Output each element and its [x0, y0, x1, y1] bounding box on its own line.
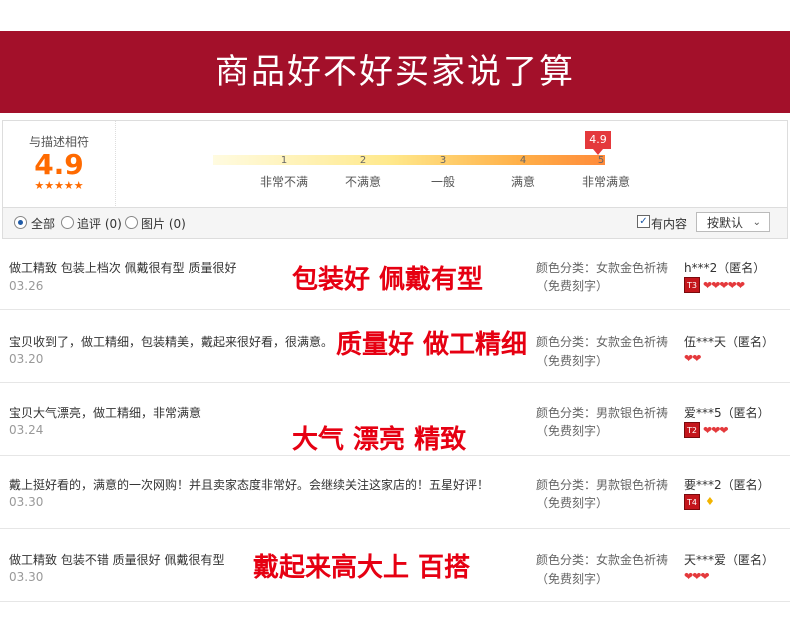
review-sku: 颜色分类：女款金色祈祷	[536, 261, 669, 275]
rating-summary: 与描述相符 4.9 ★★★★★ 4.9 1 2 3 4 5 非常不满 不满意 一…	[2, 120, 788, 208]
has-content-label[interactable]: 有内容	[651, 215, 687, 232]
review-text: 宝贝收到了，做工精细，包装精美，戴起来很好看，很满意。	[9, 335, 334, 349]
level-3: 一般	[430, 175, 455, 189]
tick-3: 3	[439, 155, 447, 166]
review-date: 03.26	[9, 279, 44, 293]
review-row: 宝贝大气漂亮，做工精细，非常满意 03.24 大气 漂亮 精致 颜色分类：男款银…	[0, 385, 790, 456]
review-date: 03.30	[9, 495, 44, 509]
star-icons: ★★★★★	[34, 179, 84, 192]
level-2: 不满意	[344, 175, 381, 189]
level-5: 非常满意	[581, 175, 630, 189]
tick-1: 1	[280, 155, 288, 166]
diamond-icon: ♦	[705, 495, 715, 508]
review-user: h***2（匿名）	[684, 261, 766, 275]
review-row: 宝贝收到了，做工精细，包装精美，戴起来很好看，很满意。 03.20 质量好 做工…	[0, 312, 790, 383]
review-row: 戴上挺好看的，满意的一次网购！并且卖家态度非常好。会继续关注这家店的！五星好评！…	[0, 458, 790, 529]
review-sku-note: （免费刻字）	[536, 424, 609, 438]
review-sku: 颜色分类：女款金色祈祷	[536, 335, 669, 349]
has-content-checkbox[interactable]: ✓	[637, 215, 650, 228]
level-4: 满意	[510, 175, 535, 189]
review-date: 03.20	[9, 352, 44, 366]
banner-title: 商品好不好买家说了算	[0, 31, 790, 113]
score-panel: 与描述相符 4.9 ★★★★★	[3, 121, 116, 208]
review-text: 做工精致 包装上档次 佩戴很有型 质量很好	[9, 261, 237, 275]
review-date: 03.24	[9, 423, 44, 437]
rating-bar	[213, 155, 605, 165]
review-user: 要***2（匿名）	[684, 478, 770, 492]
sort-label: 按默认	[707, 216, 744, 230]
review-sku-note: （免费刻字）	[536, 354, 609, 368]
chevron-down-icon: ⌄	[752, 217, 761, 228]
tick-4: 4	[519, 155, 527, 166]
review-user: 天***爱（匿名）	[684, 553, 775, 567]
review-sku: 颜色分类：男款银色祈祷	[536, 406, 669, 420]
level-badge-icon: T2	[684, 422, 700, 438]
score-value: 4.9	[34, 148, 84, 181]
filter-all-label[interactable]: 全部	[31, 215, 55, 232]
review-highlight: 包装好 佩戴有型	[292, 265, 484, 295]
review-sku-note: （免费刻字）	[536, 279, 609, 293]
heart-icons: ❤❤❤❤❤	[703, 279, 745, 292]
radio-pic[interactable]	[125, 216, 138, 229]
filter-append-label[interactable]: 追评 (0)	[77, 215, 122, 232]
filter-pic-label[interactable]: 图片 (0)	[141, 215, 186, 232]
radio-all[interactable]	[14, 216, 27, 229]
review-highlight: 大气 漂亮 精致	[292, 425, 467, 455]
review-text: 宝贝大气漂亮，做工精细，非常满意	[9, 406, 202, 420]
sort-select[interactable]: 按默认 ⌄	[696, 212, 770, 232]
review-filter-bar: 全部 追评 (0) 图片 (0) ✓ 有内容 按默认 ⌄	[2, 207, 788, 239]
review-user: 伍***天（匿名）	[684, 335, 775, 349]
review-highlight: 质量好 做工精细	[336, 330, 528, 360]
tick-5: 5	[597, 155, 605, 166]
review-sku: 颜色分类：女款金色祈祷	[536, 553, 669, 567]
level-badge-icon: T3	[684, 277, 700, 293]
review-row: 做工精致 包装不错 质量很好 佩戴很有型 03.30 戴起来高大上 百搭 颜色分…	[0, 531, 790, 602]
radio-append[interactable]	[61, 216, 74, 229]
review-date: 03.30	[9, 570, 44, 584]
review-sku: 颜色分类：男款银色祈祷	[536, 478, 669, 492]
review-row: 做工精致 包装上档次 佩戴很有型 质量很好 03.26 包装好 佩戴有型 颜色分…	[0, 239, 790, 310]
review-text: 做工精致 包装不错 质量很好 佩戴很有型	[9, 553, 225, 567]
level-1: 非常不满	[259, 175, 308, 189]
review-sku-note: （免费刻字）	[536, 572, 609, 586]
level-badge-icon: T4	[684, 494, 700, 510]
heart-icons: ❤❤❤	[703, 424, 729, 437]
tick-2: 2	[359, 155, 367, 166]
review-highlight: 戴起来高大上 百搭	[253, 553, 471, 583]
heart-icons: ❤❤❤	[684, 570, 710, 583]
score-badge: 4.9	[585, 131, 611, 149]
heart-icons: ❤❤	[684, 352, 701, 365]
review-user: 爱***5（匿名）	[684, 406, 770, 420]
review-sku-note: （免费刻字）	[536, 496, 609, 510]
review-text: 戴上挺好看的，满意的一次网购！并且卖家态度非常好。会继续关注这家店的！五星好评！	[9, 478, 490, 492]
